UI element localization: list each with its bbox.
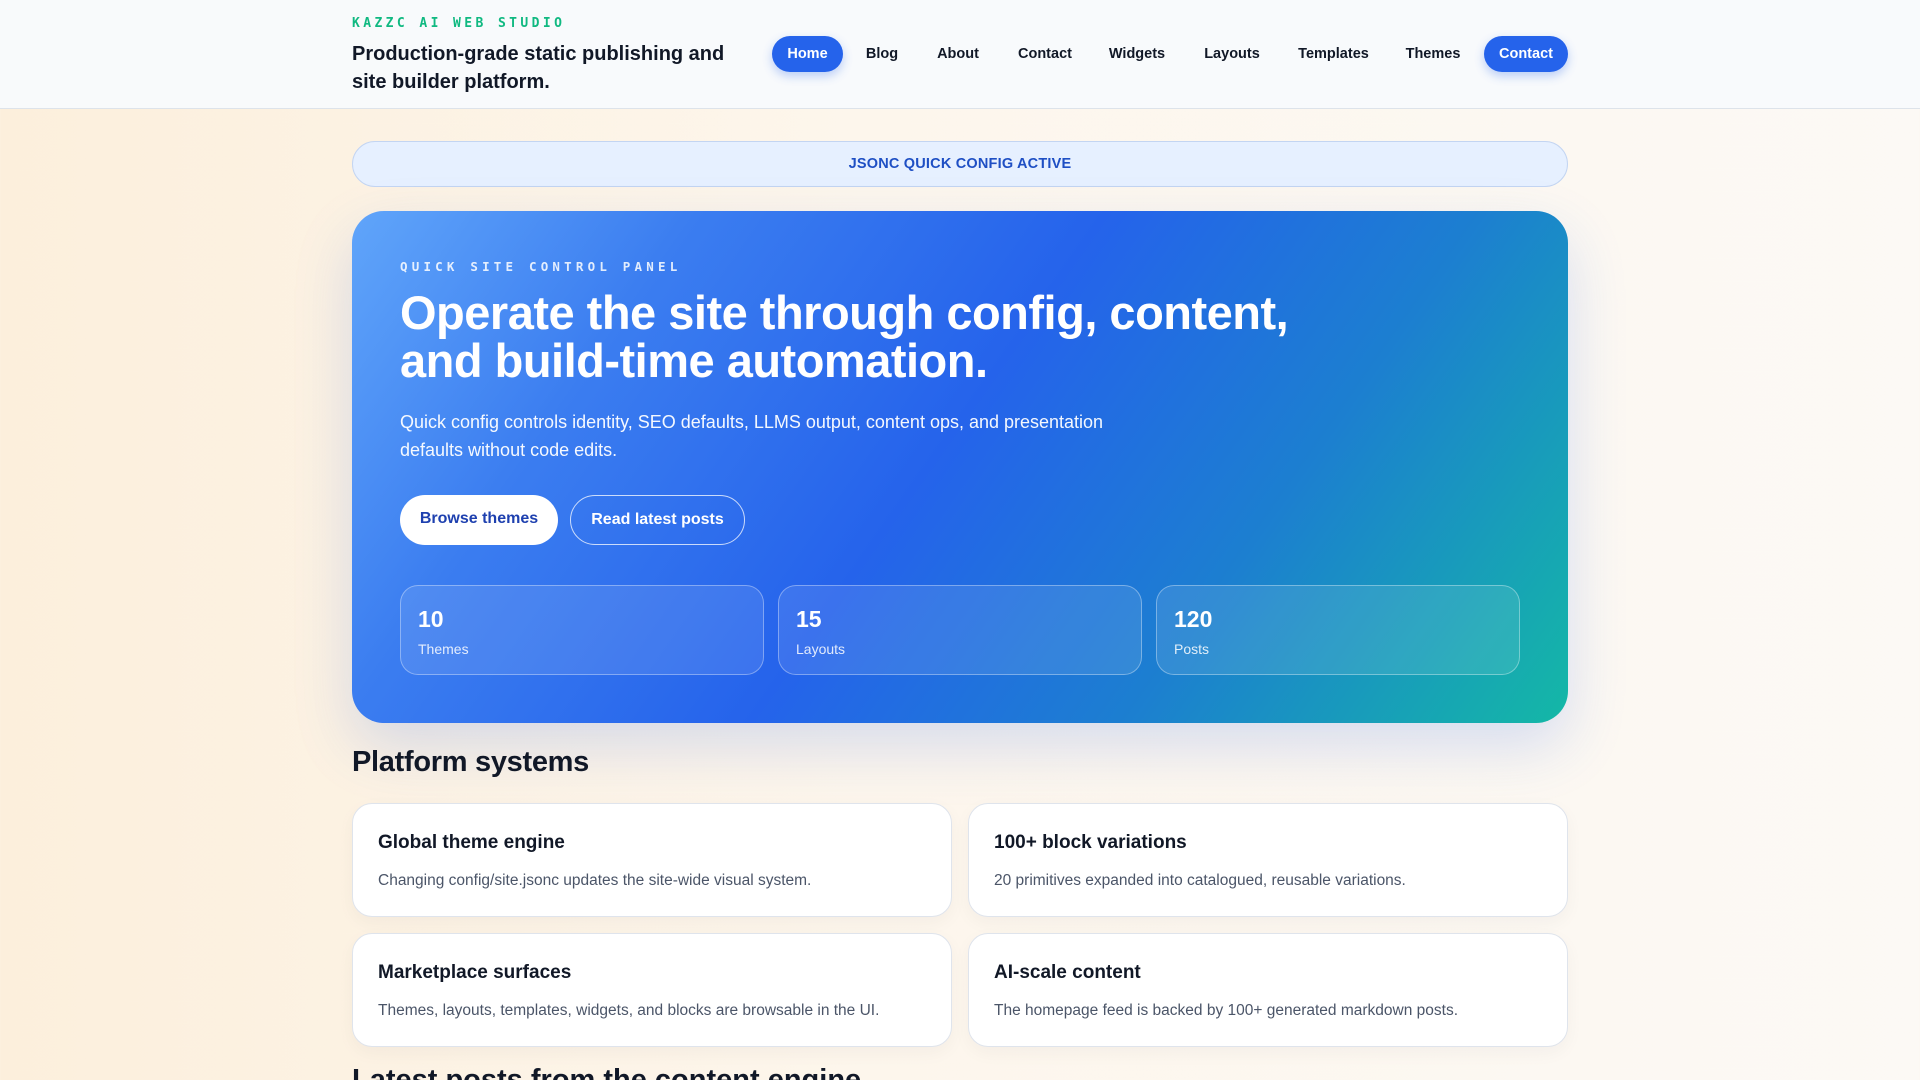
nav-item-contact[interactable]: Contact [1009, 36, 1081, 72]
nav-item-layouts[interactable]: Layouts [1195, 36, 1269, 72]
stat-value: 10 [418, 606, 444, 632]
stat-value: 15 [796, 606, 822, 632]
nav-item-themes[interactable]: Themes [1397, 36, 1469, 72]
feature-card-description: Themes, layouts, templates, widgets, and… [378, 1002, 880, 1019]
feature-card-theme-engine: Global theme engine Changing config/site… [352, 803, 952, 917]
stat-themes: 10 Themes [400, 585, 764, 675]
nav-item-home[interactable]: Home [772, 36, 843, 72]
feature-card-marketplace: Marketplace surfaces Themes, layouts, te… [352, 933, 952, 1047]
hero-kicker: QUICK SITE CONTROL PANEL [400, 259, 682, 274]
nav-item-widgets[interactable]: Widgets [1100, 36, 1174, 72]
read-latest-posts-button[interactable]: Read latest posts [570, 495, 745, 545]
brand-kicker: KAZZC AI WEB STUDIO [352, 16, 566, 31]
feature-card-description: 20 primitives expanded into catalogued, … [994, 872, 1406, 889]
stat-label: Themes [418, 641, 469, 657]
stat-value: 120 [1174, 606, 1213, 632]
feature-card-block-variations: 100+ block variations 20 primitives expa… [968, 803, 1568, 917]
stat-label: Posts [1174, 641, 1210, 657]
feature-card-title: Global theme engine [378, 832, 565, 853]
browse-themes-button[interactable]: Browse themes [400, 495, 558, 545]
hero-description: Quick config controls identity, SEO defa… [400, 412, 1104, 460]
site-header: KAZZC AI WEB STUDIO Production-grade sta… [0, 0, 1920, 109]
stat-label: Layouts [796, 641, 846, 657]
contact-cta-button[interactable]: Contact [1484, 36, 1568, 72]
main-nav: Home Blog About Contact Widgets Layouts … [0, 36, 1920, 72]
hero-title: Operate the site through config, content… [400, 286, 1289, 387]
feature-card-description: The homepage feed is backed by 100+ gene… [994, 1002, 1459, 1019]
feature-card-title: Marketplace surfaces [378, 962, 572, 983]
config-status-banner: JSONC QUICK CONFIG ACTIVE [352, 141, 1568, 187]
feature-card-title: 100+ block variations [994, 832, 1187, 853]
stat-layouts: 15 Layouts [778, 585, 1142, 675]
feature-card-ai-content: AI-scale content The homepage feed is ba… [968, 933, 1568, 1047]
nav-item-templates[interactable]: Templates [1289, 36, 1378, 72]
feature-card-description: Changing config/site.jsonc updates the s… [378, 872, 812, 889]
stat-posts: 120 Posts [1156, 585, 1520, 675]
nav-item-about[interactable]: About [928, 36, 988, 72]
nav-item-blog[interactable]: Blog [856, 36, 908, 72]
latest-posts-section-title: Latest posts from the content engine [352, 1064, 862, 1080]
feature-card-title: AI-scale content [994, 962, 1141, 983]
hero-panel: QUICK SITE CONTROL PANEL Operate the sit… [352, 211, 1568, 723]
platform-section-title: Platform systems [352, 746, 589, 778]
